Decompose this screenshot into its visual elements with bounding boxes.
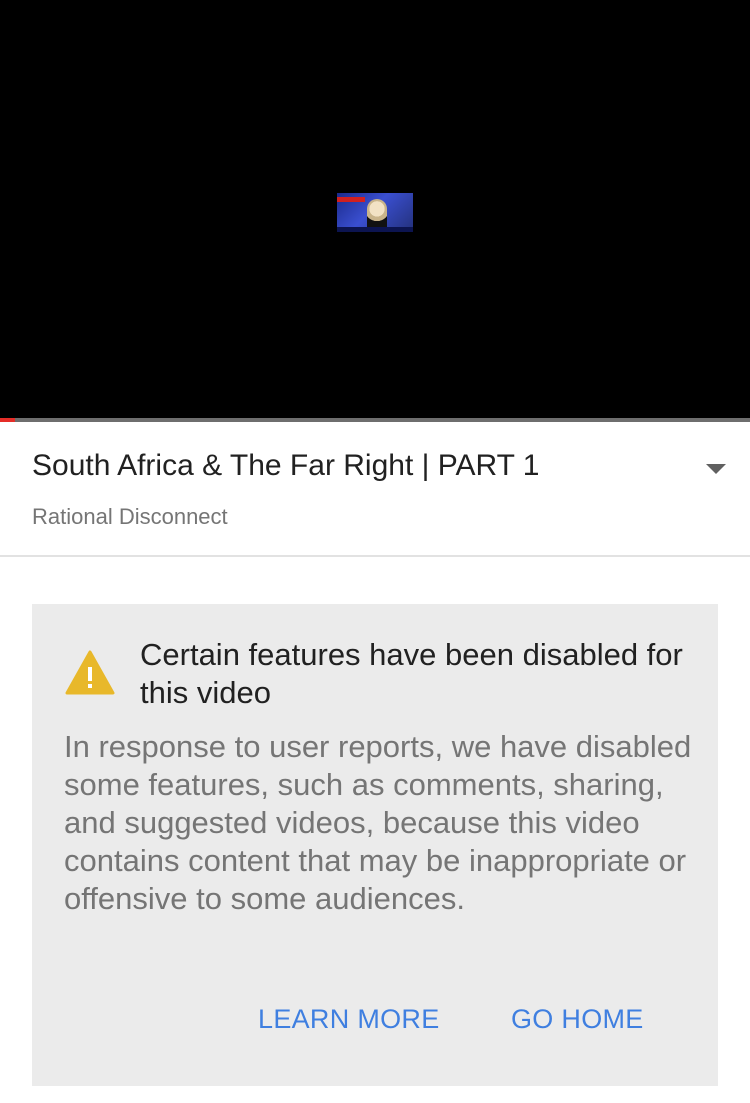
- video-info-panel: South Africa & The Far Right | PART 1 Ra…: [0, 422, 750, 557]
- video-frame-ticker: [337, 227, 413, 232]
- video-frame: [337, 193, 413, 232]
- go-home-button[interactable]: GO HOME: [511, 1004, 644, 1035]
- chevron-down-icon[interactable]: [698, 456, 734, 480]
- learn-more-button[interactable]: LEARN MORE: [258, 1004, 440, 1035]
- video-frame-graphic: [337, 197, 365, 202]
- notice-title: Certain features have been disabled for …: [140, 637, 683, 710]
- restricted-features-notice: Certain features have been disabled for …: [32, 604, 718, 1086]
- warning-icon: [65, 650, 115, 696]
- notice-body: In response to user reports, we have dis…: [64, 729, 692, 916]
- channel-name[interactable]: Rational Disconnect: [32, 504, 228, 530]
- video-title: South Africa & The Far Right | PART 1: [32, 449, 540, 482]
- video-player[interactable]: [0, 0, 750, 418]
